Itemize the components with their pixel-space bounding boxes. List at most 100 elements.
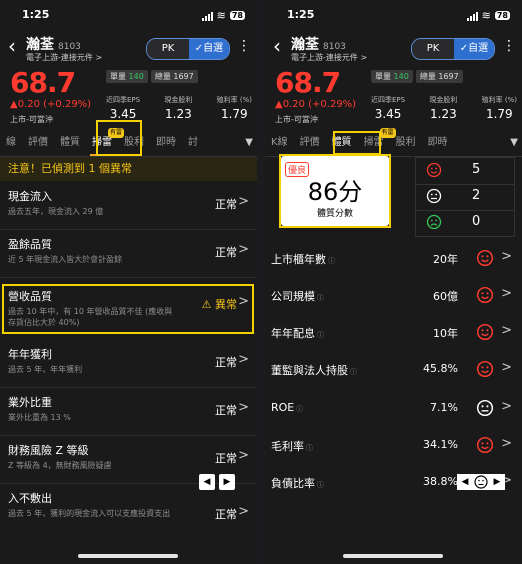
tab-realtime[interactable]: 即時 [150, 130, 182, 156]
metric-dividend: 現金股利 1.23 [429, 96, 458, 121]
check-row[interactable]: 現金流入 過去五年，現金流入 29 億 正常 > [0, 182, 257, 230]
chevron-right-icon: > [238, 448, 249, 463]
chevron-right-icon: > [238, 194, 249, 209]
back-chevron-icon[interactable]: ‹ [8, 34, 16, 58]
stock-metrics: 近四季EPS 3.45 現金股利 1.23 殖利率 (%) 1.79 [371, 95, 517, 121]
chevron-right-icon: > [238, 242, 249, 257]
stock-industry[interactable]: 電子上游-連接元件 > [291, 52, 367, 63]
pk-watch-group: PK ✓自選 [411, 38, 495, 60]
chevron-right-icon: > [501, 399, 512, 414]
price-change: ▲0.20 (+0.29%) [275, 99, 357, 110]
industry-chevron-icon: > [360, 53, 368, 62]
watchlist-button[interactable]: ✓自選 [454, 39, 494, 59]
info-icon[interactable]: ⓘ [317, 294, 324, 302]
chevron-right-icon: > [501, 436, 512, 451]
tab-fundamentals[interactable]: 體質 [54, 130, 86, 156]
tab-realtime[interactable]: 即時 [422, 130, 454, 156]
tabs-dropdown-icon[interactable]: ▼ [506, 130, 518, 156]
metric-row[interactable]: 上市櫃年數 ⓘ 20年 > [265, 240, 522, 277]
stock-price: 68.7 [275, 66, 341, 99]
status-warning: ⚠ 異常 [201, 298, 237, 311]
home-indicator[interactable] [78, 554, 178, 558]
trade-type: 上市-可當沖 [10, 115, 53, 124]
section-tabs: 線 評價 體質 掃雷 有雷 股利 即時 討 ▼ [0, 128, 257, 157]
health-score-card: 優良 86分 體質分數 [281, 156, 389, 226]
metric-row[interactable]: 毛利率 ⓘ 34.1% > [265, 427, 522, 464]
stock-header: ‹ 瀚荃 8103 電子上游-連接元件 > PK ✓自選 ⋮ [265, 34, 522, 64]
count-happy: 5 [472, 162, 481, 177]
neutral-face-icon [476, 399, 494, 417]
tab-kline[interactable]: K線 [265, 130, 294, 156]
scroll-controls: ◀ ▶ [457, 474, 505, 490]
metric-row[interactable]: 年年配息 ⓘ 10年 > [265, 314, 522, 351]
info-icon[interactable]: ⓘ [317, 331, 324, 339]
check-row[interactable]: 入不敷出 過去 5 年，獲利的現金流入可以支應投資支出 正常 > [0, 484, 257, 540]
more-options-icon[interactable]: ⋮ [502, 36, 516, 56]
tab-valuation[interactable]: 評價 [294, 130, 326, 156]
metric-yield: 殖利率 (%) 1.79 [216, 96, 252, 121]
tab-dividend[interactable]: 股利 [390, 130, 422, 156]
info-icon[interactable]: ⓘ [306, 444, 313, 452]
check-row[interactable]: 業外比重 業外比重為 13 % 正常 > [0, 388, 257, 436]
pk-watch-group: PK ✓自選 [146, 38, 230, 60]
check-row[interactable]: 盈餘品質 近 5 年現金流入皆大於會計盈餘 正常 > [0, 230, 257, 278]
check-row[interactable]: 年年獲利 過去 5 年，年年獲利 正常 > [0, 340, 257, 388]
tab-risk-scan[interactable]: 掃雷 有雷 [86, 128, 124, 156]
info-icon[interactable]: ⓘ [350, 368, 357, 376]
metric-row[interactable]: 董監與法人持股 ⓘ 45.8% > [265, 351, 522, 388]
single-volume: 單量 140 [106, 70, 148, 83]
scroll-right-icon[interactable]: ▶ [489, 474, 505, 490]
volume-badges: 單量 140 總量 1697 [106, 70, 198, 83]
pk-button[interactable]: PK [412, 39, 454, 59]
tab-kline[interactable]: 線 [0, 130, 22, 156]
volume-badges: 單量 140 總量 1697 [371, 70, 463, 83]
battery-icon: 78 [494, 11, 510, 20]
metric-dividend: 現金股利 1.23 [164, 96, 193, 121]
tab-valuation[interactable]: 評價 [22, 130, 54, 156]
info-icon[interactable]: ⓘ [328, 257, 335, 265]
total-volume: 總量 1697 [150, 70, 198, 83]
total-volume: 總量 1697 [415, 70, 463, 83]
metric-row[interactable]: 公司規模 ⓘ 60億 > [265, 277, 522, 314]
chevron-right-icon: > [501, 360, 512, 375]
info-icon[interactable]: ⓘ [296, 405, 303, 413]
signal-icon [466, 11, 478, 21]
metric-row[interactable]: ROE ⓘ 7.1% > [265, 390, 522, 427]
wifi-icon: ≋ [481, 9, 491, 22]
metric-yield: 殖利率 (%) 1.79 [481, 96, 517, 121]
watchlist-button[interactable]: ✓自選 [189, 39, 229, 59]
left-phone-screen: 1:25 ≋ 78 ‹ 瀚荃 8103 電子上游-連接元件 > PK ✓自選 ⋮ … [0, 0, 257, 564]
metric-eps: 近四季EPS 3.45 [371, 96, 406, 121]
more-options-icon[interactable]: ⋮ [237, 36, 251, 56]
chevron-right-icon: > [501, 249, 512, 264]
tab-fundamentals[interactable]: 體質 [326, 130, 358, 156]
stock-metrics: 近四季EPS 3.45 現金股利 1.23 殖利率 (%) 1.79 [106, 95, 252, 121]
status-time: 1:25 [287, 8, 315, 21]
info-icon[interactable]: ⓘ [317, 481, 324, 489]
pk-button[interactable]: PK [147, 39, 189, 59]
count-sad: 0 [472, 214, 481, 229]
right-phone-screen: 1:25 ≋ 78 ‹ 瀚荃 8103 電子上游-連接元件 > PK ✓自選 ⋮ … [265, 0, 522, 564]
stock-code: 8103 [323, 42, 346, 52]
industry-chevron-icon: > [95, 53, 103, 62]
tab-dividend[interactable]: 股利 [118, 130, 150, 156]
status-normal: 正常 [215, 404, 237, 417]
happy-face-icon [476, 436, 494, 454]
happy-face-icon [476, 249, 494, 267]
home-indicator[interactable] [343, 554, 443, 558]
health-score: 86分 [307, 178, 363, 206]
health-score-label: 體質分數 [316, 209, 353, 219]
happy-face-icon [476, 360, 494, 378]
tab-discussion[interactable]: 討 [182, 130, 204, 156]
back-chevron-icon[interactable]: ‹ [273, 34, 281, 58]
stock-industry[interactable]: 電子上游-連接元件 > [26, 52, 102, 63]
screenshot-pair: 1:25 ≋ 78 ‹ 瀚荃 8103 電子上游-連接元件 > PK ✓自選 ⋮ … [0, 0, 522, 564]
count-happy-row: 5 [416, 158, 514, 185]
tab-risk-scan[interactable]: 掃雷 有雷 [358, 128, 396, 156]
tabs-dropdown-icon[interactable]: ▼ [241, 130, 253, 156]
check-row-abnormal[interactable]: 營收品質 過去 10 年中，有 10 年營收品質不佳 (應收與存貨佔比大於 40… [0, 282, 257, 334]
count-neutral-row: 2 [416, 184, 514, 211]
status-normal: 正常 [215, 452, 237, 465]
scroll-left-icon[interactable]: ◀ [457, 474, 473, 490]
happy-face-icon [476, 323, 494, 341]
